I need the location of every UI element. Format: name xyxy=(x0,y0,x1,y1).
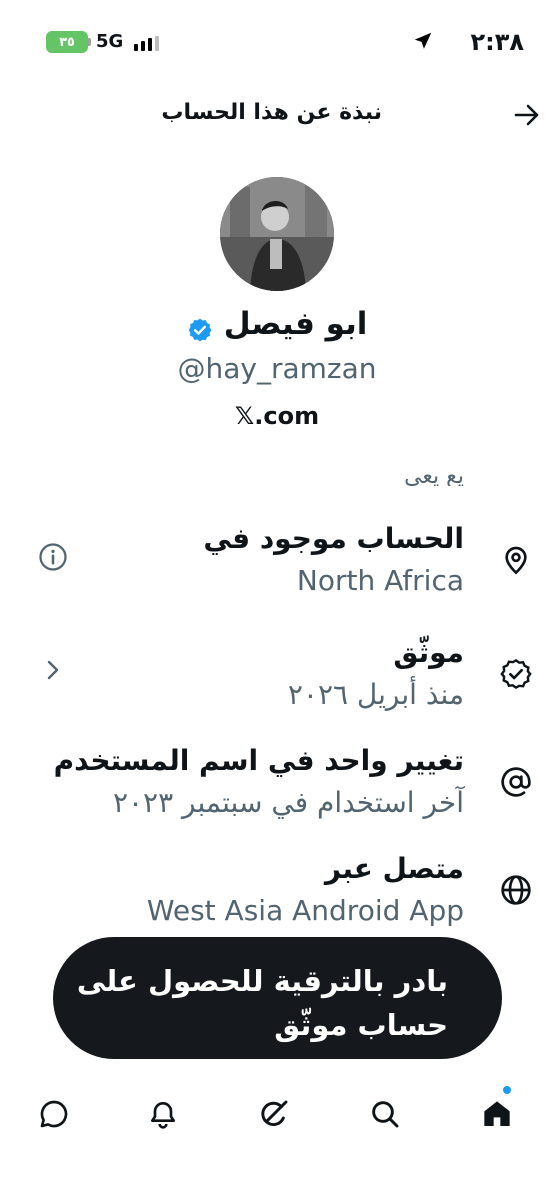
status-bar: ٣٥ 5G ٢:٣٨ xyxy=(0,0,554,86)
header: نبذة عن هذا الحساب xyxy=(0,90,554,140)
notifications-icon xyxy=(151,1102,175,1129)
globe-icon xyxy=(501,875,531,905)
profile-name-row: ابو فيصل xyxy=(0,306,554,343)
grok-icon xyxy=(261,1100,288,1127)
nav-search[interactable] xyxy=(365,1094,405,1134)
at-sign-icon xyxy=(501,767,531,797)
profile-domain: 𝕏.com xyxy=(234,402,320,430)
info-icon[interactable] xyxy=(38,542,68,572)
location-arrow-icon xyxy=(414,32,432,49)
profile-name: ابو فيصل xyxy=(223,306,368,342)
bottom-nav xyxy=(0,1080,554,1160)
battery-level: ٣٥ xyxy=(59,34,75,50)
info-title-connected-via: متصل عبر xyxy=(324,852,464,885)
clipped-list-text: يع يعي xyxy=(404,472,464,486)
upgrade-line-2: حساب موثّق xyxy=(274,1008,448,1042)
info-sub-connected-via: West Asia Android App xyxy=(146,894,464,927)
info-title-username-change: تغيير واحد في اسم المستخدم xyxy=(53,744,464,777)
info-item-location: الحساب موجود في North Africa xyxy=(0,522,554,622)
upgrade-line-1: بادر بالترقية للحصول على xyxy=(76,964,448,998)
battery-tip xyxy=(88,38,91,46)
nav-home[interactable] xyxy=(477,1086,517,1134)
upgrade-verified-button[interactable]: بادر بالترقية للحصول على حساب موثّق xyxy=(53,937,502,1059)
avatar-photo xyxy=(220,177,334,291)
home-icon xyxy=(484,1101,510,1126)
clock: ٢:٣٨ xyxy=(470,28,524,56)
profile-handle: @hay_ramzan xyxy=(177,352,377,385)
info-item-username-change: تغيير واحد في اسم المستخدم آخر استخدام ف… xyxy=(0,744,554,844)
info-item-verified[interactable]: موثّق منذ أبريل ٢٠٢٦ xyxy=(0,636,554,736)
info-title-verified: موثّق xyxy=(393,636,464,669)
back-arrow-icon[interactable] xyxy=(514,104,540,126)
avatar[interactable] xyxy=(220,177,334,291)
nav-grok[interactable] xyxy=(254,1094,294,1134)
page-title: نبذة عن هذا الحساب xyxy=(161,100,382,125)
info-sub-location: North Africa xyxy=(296,564,464,597)
verified-badge-icon xyxy=(188,318,212,341)
nav-notifications[interactable] xyxy=(143,1094,183,1134)
battery-indicator: ٣٥ xyxy=(46,31,91,53)
nav-messages[interactable] xyxy=(34,1094,74,1134)
verified-badge-icon xyxy=(500,658,532,690)
info-sub-verified: منذ أبريل ٢٠٢٦ xyxy=(287,678,464,711)
info-title-location: الحساب موجود في xyxy=(203,522,464,555)
signal-icon xyxy=(134,35,159,51)
chevron-left-icon[interactable] xyxy=(44,656,62,684)
messages-icon xyxy=(40,1100,68,1128)
search-icon xyxy=(372,1101,399,1128)
network-type: 5G xyxy=(96,31,124,52)
location-pin-icon xyxy=(505,546,527,575)
notification-dot xyxy=(503,1086,511,1094)
info-sub-username-change: آخر استخدام في سبتمبر ٢٠٢٣ xyxy=(112,786,464,819)
